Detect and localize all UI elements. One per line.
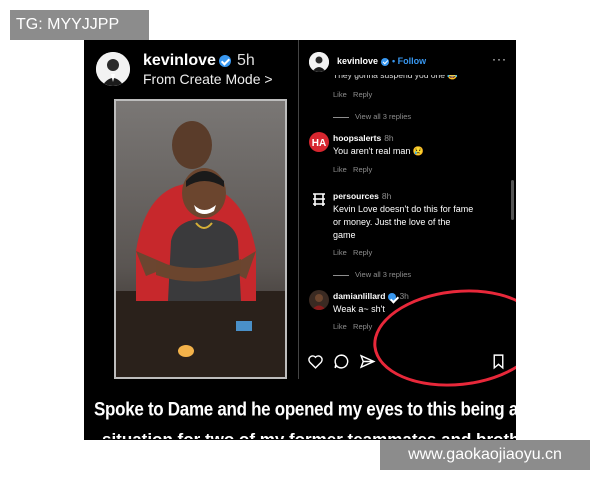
persources-avatar[interactable] — [309, 190, 329, 210]
comment-text: Weak a~ sh't — [333, 304, 385, 314]
comment-actions: Like Reply — [333, 322, 372, 331]
heart-icon[interactable] — [307, 353, 324, 375]
like-button[interactable]: Like — [333, 248, 347, 257]
story-header: kevinlove 5h From Create Mode > — [84, 40, 300, 96]
comment-actions: Like Reply — [333, 165, 372, 174]
like-button[interactable]: Like — [333, 322, 347, 331]
comment-icon[interactable] — [333, 353, 350, 375]
screenshot-composite: kevinlove 5h From Create Mode > Spoke to… — [84, 40, 516, 440]
svg-text:HA: HA — [312, 138, 326, 149]
post-header: kevinlove • Follow ··· — [299, 48, 516, 74]
share-icon[interactable] — [359, 353, 376, 375]
story-username[interactable]: kevinlove 5h — [143, 52, 255, 70]
verified-icon — [388, 292, 397, 301]
reply-button[interactable]: Reply — [353, 90, 372, 99]
comment-username[interactable]: persources 8h — [333, 191, 391, 201]
verified-icon — [381, 57, 390, 66]
damianlillard-avatar[interactable] — [309, 290, 329, 310]
comment-username[interactable]: hoopsalerts 8h — [333, 133, 394, 143]
like-button[interactable]: Like — [333, 165, 347, 174]
comment-actions: Like Reply — [333, 248, 372, 257]
verified-icon — [218, 54, 231, 67]
reply-button[interactable]: Reply — [353, 322, 372, 331]
more-options-icon[interactable]: ··· — [492, 52, 507, 66]
story-photo — [114, 99, 287, 379]
comment-actions: Like Reply — [333, 90, 372, 99]
reply-button[interactable]: Reply — [353, 248, 372, 257]
story-mode-label[interactable]: From Create Mode > — [143, 71, 273, 87]
comment-text: You aren't real man 😢 — [333, 146, 425, 156]
comment-username[interactable]: damianlillard 3h — [333, 291, 409, 301]
story-caption-line2: situation for two of my former teammates… — [102, 430, 516, 440]
view-replies-link[interactable]: View all 3 replies — [333, 112, 411, 121]
hoopsalerts-avatar[interactable]: HA — [309, 132, 329, 152]
post-avatar[interactable] — [309, 52, 329, 72]
comment-text: Kevin Love doesn't do this for fame or m… — [333, 204, 474, 240]
scrollbar[interactable] — [511, 180, 514, 220]
story-caption-line1: Spoke to Dame and he opened my eyes to t… — [94, 398, 516, 420]
like-button[interactable]: Like — [333, 90, 347, 99]
tg-label: TG: MYYJJPP — [10, 10, 149, 40]
watermark: www.gaokaojiaoyu.cn — [380, 440, 590, 470]
post-username[interactable]: kevinlove • Follow — [337, 56, 426, 66]
view-replies-link[interactable]: View all 3 replies — [333, 270, 411, 279]
follow-button[interactable]: • Follow — [392, 56, 426, 66]
story-avatar[interactable] — [96, 52, 130, 86]
reply-button[interactable]: Reply — [353, 165, 372, 174]
story-time: 5h — [236, 52, 255, 69]
